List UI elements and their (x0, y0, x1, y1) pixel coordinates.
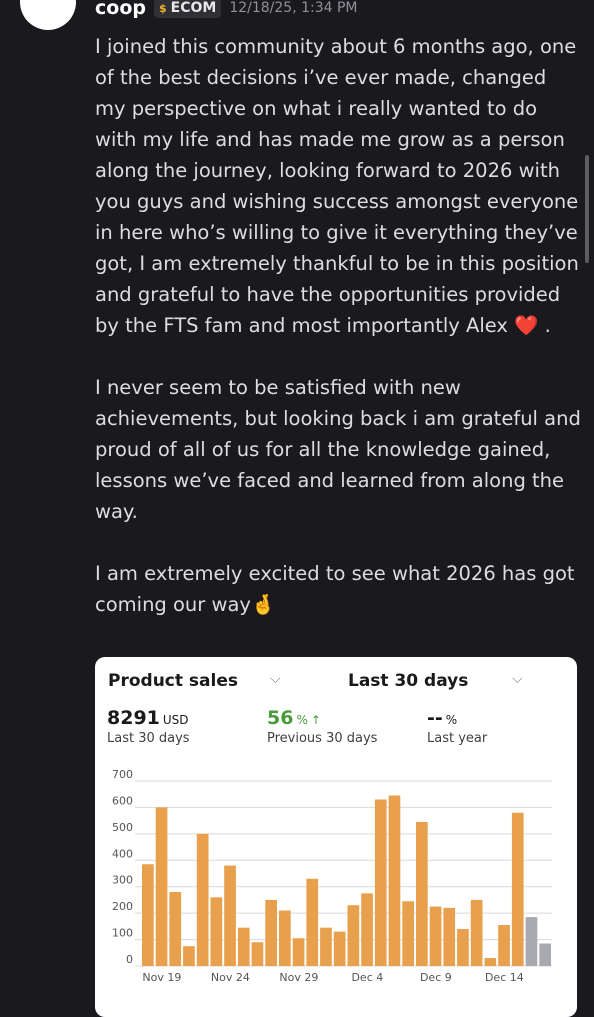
bar[interactable] (251, 942, 264, 966)
sales-bar-chart: 0 100 200 300 400 500 600 700 Nov 19 Nov 24 Nov 29… (112, 768, 552, 984)
bar[interactable] (210, 897, 223, 966)
bar[interactable] (484, 958, 497, 966)
bar[interactable] (183, 946, 195, 966)
chevron-down-icon[interactable]: ⌵ (512, 671, 523, 687)
bar[interactable] (265, 899, 277, 966)
x-tick-label: Dec 14 (485, 971, 524, 984)
metric-value: 8291 USD (107, 707, 190, 729)
bar[interactable] (443, 907, 456, 966)
heart-emoji: ❤️ (514, 314, 539, 337)
metric-number: -- (427, 707, 443, 729)
bar[interactable] (539, 943, 551, 966)
bar[interactable] (347, 905, 360, 966)
bar[interactable] (279, 910, 291, 967)
metric-unit: % (445, 713, 458, 727)
avatar[interactable] (20, 0, 76, 30)
arrow-up-icon: ↑ (310, 713, 321, 727)
metric-sales[interactable]: 8291 USD Last 30 days (107, 707, 190, 746)
metric-number: 8291 (107, 707, 160, 729)
bar[interactable] (498, 925, 510, 966)
paragraph-text: I am extremely excited to see what 2026 … (95, 562, 575, 616)
y-tick-label: 0 (126, 953, 133, 966)
bar[interactable] (525, 917, 538, 966)
paragraph-period: . (544, 314, 551, 337)
y-tick-label: 300 (112, 874, 133, 887)
sales-card: Product sales ⌵ Last 30 days ⌵ 8291 USD L… (95, 657, 577, 1017)
metric-label: Last 30 days (107, 731, 190, 746)
x-tick-label: Nov 19 (142, 971, 181, 984)
y-tick-label: 700 (112, 768, 133, 781)
metric-value: --% (427, 707, 487, 729)
metric-value: 56% ↑ (267, 707, 377, 729)
metric-number: 56 (267, 707, 294, 729)
bar[interactable] (196, 833, 209, 966)
bar[interactable] (457, 929, 469, 966)
y-tick-label: 600 (112, 794, 133, 807)
bar[interactable] (292, 938, 305, 966)
bar[interactable] (388, 795, 401, 966)
message-body: I joined this community about 6 months a… (95, 31, 581, 620)
chevron-down-icon[interactable]: ⌵ (270, 671, 281, 687)
bar[interactable] (237, 927, 250, 966)
bar[interactable] (361, 893, 373, 966)
bar[interactable] (320, 927, 332, 966)
message-paragraph: I am extremely excited to see what 2026 … (95, 558, 581, 620)
metric-unit: % (296, 713, 308, 727)
card-title[interactable]: Product sales (108, 671, 238, 691)
bar[interactable] (333, 931, 346, 966)
bar[interactable] (142, 864, 154, 966)
metric-last-year[interactable]: --% Last year (427, 707, 487, 746)
bar[interactable] (470, 899, 483, 966)
x-tick-label: Dec 4 (351, 971, 383, 984)
metric-label: Last year (427, 731, 488, 746)
bar[interactable] (374, 799, 387, 967)
period-selector[interactable]: Last 30 days (348, 671, 468, 691)
scrollbar[interactable] (585, 155, 589, 263)
metric-label: Previous 30 days (267, 731, 378, 746)
paragraph-text: I joined this community about 6 months a… (95, 35, 579, 337)
message-paragraph: I never seem to be satisfied with new ac… (95, 376, 581, 523)
bar[interactable] (429, 906, 442, 966)
bar[interactable] (416, 821, 428, 966)
x-tick-label: Dec 9 (420, 971, 452, 984)
y-tick-label: 400 (112, 847, 133, 860)
y-tick-label: 200 (112, 900, 133, 913)
bar[interactable] (511, 812, 524, 966)
money-bag-icon: $ (158, 1, 167, 15)
y-tick-label: 500 (112, 821, 133, 834)
message-paragraph: I joined this community about 6 months a… (95, 31, 581, 341)
metric-unit: USD (162, 713, 189, 727)
username[interactable]: coop (95, 0, 146, 19)
bar[interactable] (169, 892, 182, 966)
crossed-fingers-emoji: 🤞 (250, 593, 276, 616)
bar[interactable] (306, 878, 319, 966)
bar[interactable] (155, 807, 168, 966)
bar[interactable] (402, 901, 414, 966)
metric-change[interactable]: 56% ↑ Previous 30 days (267, 707, 377, 746)
role-tag[interactable]: $ ECOM (153, 0, 222, 18)
x-tick-label: Nov 29 (279, 971, 318, 984)
bar[interactable] (224, 865, 236, 966)
x-tick-label: Nov 24 (211, 971, 250, 984)
y-tick-label: 100 (112, 927, 133, 940)
message-header: coop $ ECOM 12/18/25, 1:34 PM (95, 0, 358, 21)
timestamp: 12/18/25, 1:34 PM (229, 0, 358, 16)
tag-label: ECOM (170, 0, 217, 16)
